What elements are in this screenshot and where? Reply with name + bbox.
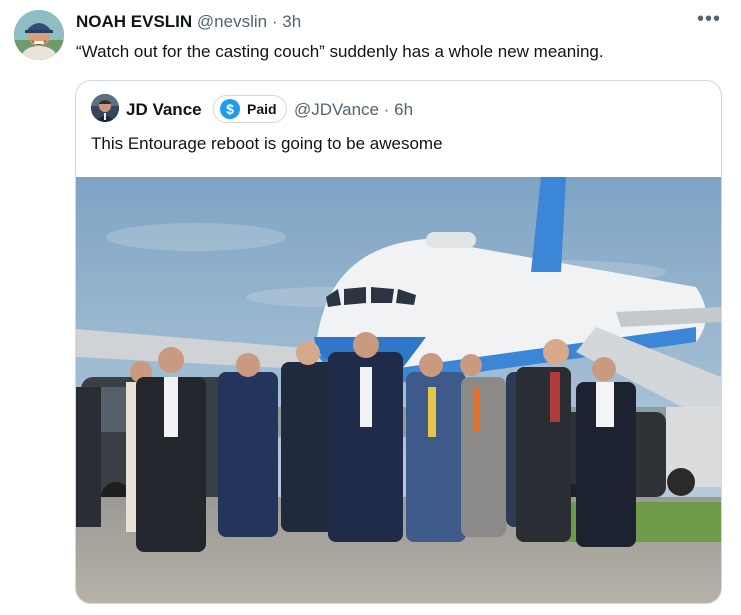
quoted-author-avatar[interactable] xyxy=(91,94,119,122)
separator: · xyxy=(271,12,278,31)
tweet-header: NOAH EVSLIN @nevslin · 3h xyxy=(76,11,301,33)
quoted-handle[interactable]: @JDVance xyxy=(294,100,379,119)
separator: · xyxy=(383,100,390,119)
paid-badge-label: Paid xyxy=(247,101,277,117)
quoted-tweet-text: This Entourage reboot is going to be awe… xyxy=(91,134,443,153)
author-handle[interactable]: @nevslin xyxy=(197,12,267,31)
author-avatar[interactable] xyxy=(14,10,64,60)
quoted-author-name[interactable]: JD Vance xyxy=(126,99,202,121)
tweet: NOAH EVSLIN @nevslin · 3h ••• “Watch out… xyxy=(0,0,741,615)
quoted-meta: @JDVance · 6h xyxy=(294,99,413,121)
timestamp[interactable]: 3h xyxy=(282,12,301,31)
more-options-icon[interactable]: ••• xyxy=(697,8,721,31)
quoted-timestamp[interactable]: 6h xyxy=(394,100,413,119)
quoted-tweet-photo[interactable] xyxy=(76,177,721,603)
tweet-text: “Watch out for the casting couch” sudden… xyxy=(76,42,604,61)
author-name[interactable]: NOAH EVSLIN xyxy=(76,12,192,31)
paid-badge: $ Paid xyxy=(213,95,287,123)
quoted-tweet[interactable]: JD Vance $ Paid @JDVance · 6h This Entou… xyxy=(75,80,722,604)
dollar-icon: $ xyxy=(220,99,240,119)
